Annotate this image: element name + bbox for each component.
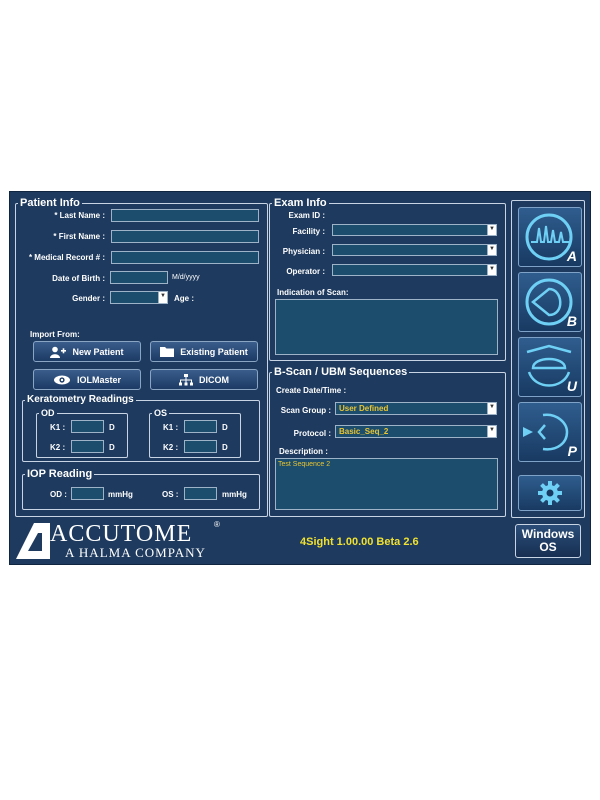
- facility-label: Facility :: [292, 227, 325, 236]
- version-label: 4Sight 1.00.00 Beta 2.6: [300, 536, 419, 548]
- ubm-mode-button[interactable]: U: [518, 337, 582, 397]
- bscan-title: B-Scan / UBM Sequences: [274, 366, 408, 378]
- b-scan-letter: B: [566, 313, 577, 329]
- network-icon: [179, 373, 193, 385]
- medical-record-input[interactable]: [111, 251, 259, 264]
- chevron-down-icon: ▼: [487, 245, 496, 255]
- exam-info-title: Exam Info: [274, 197, 327, 209]
- age-label: Age :: [174, 294, 194, 303]
- exam-id-label: Exam ID :: [288, 211, 325, 220]
- import-from-label: Import From:: [30, 330, 80, 339]
- registered-mark: ®: [214, 520, 220, 529]
- pachymetry-letter: P: [567, 443, 577, 459]
- first-name-input[interactable]: [111, 230, 259, 243]
- od-k2-label: K2 :: [50, 443, 66, 452]
- existing-patient-button[interactable]: Existing Patient: [150, 341, 258, 362]
- physician-label: Physician :: [282, 247, 325, 256]
- dob-format-hint: M/d/yyyy: [172, 274, 200, 281]
- chevron-down-icon: ▼: [487, 225, 496, 235]
- os-k2-unit: D: [222, 443, 228, 452]
- os-k2-input[interactable]: [184, 440, 217, 453]
- settings-button[interactable]: [518, 475, 582, 511]
- description-textarea[interactable]: Test Sequence 2: [275, 458, 498, 510]
- mode-toolbar: A B U P: [511, 200, 585, 518]
- physician-select[interactable]: ▼: [332, 244, 497, 256]
- patient-info-title: Patient Info: [20, 197, 80, 209]
- indication-textarea[interactable]: [275, 299, 498, 355]
- operator-label: Operator :: [286, 267, 325, 276]
- windows-os-button[interactable]: Windows OS: [515, 524, 581, 558]
- iop-os-input[interactable]: [184, 487, 217, 500]
- app-window: Patient Info * Last Name : * First Name …: [9, 191, 591, 565]
- os-k1-unit: D: [222, 423, 228, 432]
- chevron-down-icon: ▼: [487, 265, 496, 275]
- brand-subtitle: A HALMA COMPANY: [65, 545, 206, 560]
- protocol-select[interactable]: Basic_Seq_2 ▼: [335, 425, 497, 438]
- gear-icon: [538, 481, 562, 505]
- accutome-mark-icon: [16, 523, 50, 559]
- od-k1-input[interactable]: [71, 420, 104, 433]
- os-k2-label: K2 :: [163, 443, 179, 452]
- last-name-input[interactable]: [111, 209, 259, 222]
- iolmaster-label: IOLMaster: [76, 374, 121, 385]
- od-k1-unit: D: [109, 423, 115, 432]
- a-scan-letter: A: [566, 248, 577, 264]
- description-label: Description :: [279, 447, 328, 456]
- od-k2-unit: D: [109, 443, 115, 452]
- dicom-label: DICOM: [199, 374, 229, 385]
- indication-label: Indication of Scan:: [277, 288, 349, 297]
- operator-select[interactable]: ▼: [332, 264, 497, 276]
- chevron-down-icon: ▼: [158, 292, 167, 303]
- chevron-down-icon: ▼: [487, 403, 496, 414]
- scan-group-label: Scan Group :: [280, 406, 331, 415]
- gender-select[interactable]: ▼: [110, 291, 168, 304]
- keratometry-os-title: OS: [154, 408, 168, 418]
- gender-label: Gender :: [72, 294, 105, 303]
- first-name-label: * First Name :: [53, 232, 105, 241]
- os-k1-label: K1 :: [163, 423, 179, 432]
- chevron-down-icon: ▼: [487, 426, 496, 437]
- od-k1-label: K1 :: [50, 423, 66, 432]
- iop-od-label: OD :: [50, 490, 67, 499]
- b-scan-mode-button[interactable]: B: [518, 272, 582, 332]
- windows-os-label-line2: OS: [539, 540, 557, 554]
- facility-select[interactable]: ▼: [332, 224, 497, 236]
- keratometry-od-title: OD: [41, 408, 55, 418]
- dicom-button[interactable]: DICOM: [150, 369, 258, 390]
- os-k1-input[interactable]: [184, 420, 217, 433]
- add-user-icon: [50, 346, 67, 358]
- medical-record-label: * Medical Record # :: [28, 253, 105, 262]
- keratometry-title: Keratometry Readings: [27, 394, 134, 405]
- brand-name: ACCUTOME: [50, 521, 193, 547]
- new-patient-label: New Patient: [72, 346, 124, 357]
- iop-od-unit: mmHg: [108, 490, 133, 499]
- dob-input[interactable]: [110, 271, 168, 284]
- iop-title: IOP Reading: [27, 468, 93, 480]
- od-k2-input[interactable]: [71, 440, 104, 453]
- existing-patient-label: Existing Patient: [180, 346, 248, 357]
- iolmaster-eye-icon: [53, 375, 70, 384]
- scan-group-value: User Defined: [339, 404, 389, 413]
- last-name-label: * Last Name :: [54, 211, 105, 220]
- dob-label: Date of Birth :: [52, 274, 105, 283]
- new-patient-button[interactable]: New Patient: [33, 341, 141, 362]
- iolmaster-button[interactable]: IOLMaster: [33, 369, 141, 390]
- iop-os-unit: mmHg: [222, 490, 247, 499]
- accutome-logo: ACCUTOME ® A HALMA COMPANY: [16, 520, 220, 561]
- folder-icon: [160, 347, 175, 357]
- create-date-label: Create Date/Time :: [276, 386, 347, 395]
- a-scan-mode-button[interactable]: A: [518, 207, 582, 267]
- protocol-value: Basic_Seq_2: [339, 427, 389, 436]
- protocol-label: Protocol :: [293, 429, 331, 438]
- iop-os-label: OS :: [162, 490, 179, 499]
- ubm-letter: U: [566, 378, 577, 394]
- pachymetry-mode-button[interactable]: P: [518, 402, 582, 462]
- scan-group-select[interactable]: User Defined ▼: [335, 402, 497, 415]
- iop-od-input[interactable]: [71, 487, 104, 500]
- iop-panel: IOP Reading: [22, 468, 260, 510]
